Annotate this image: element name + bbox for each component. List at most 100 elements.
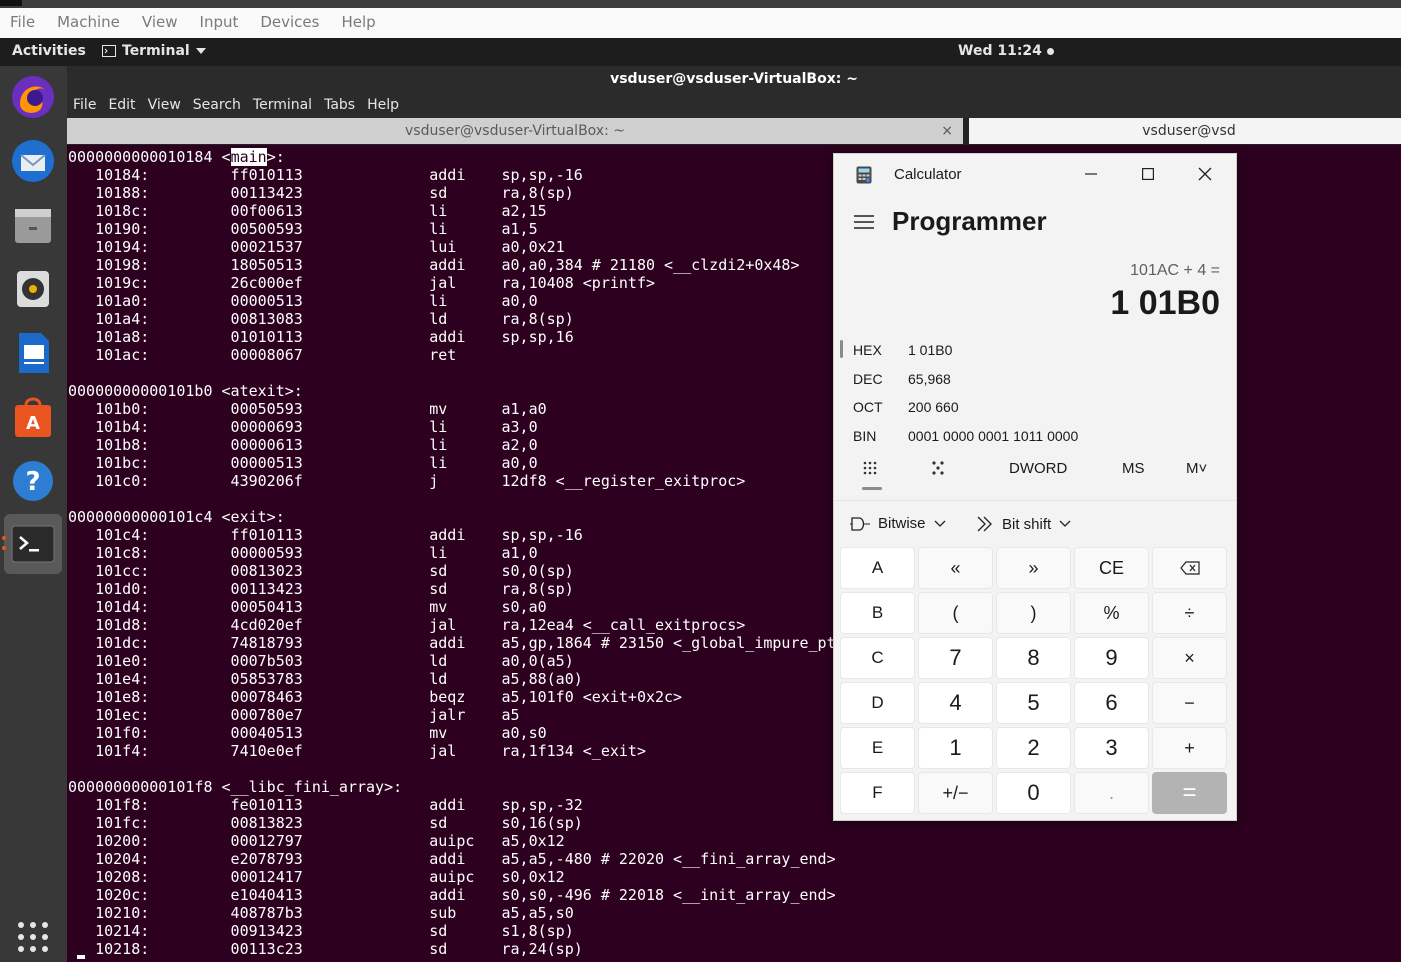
bit-toggle-keypad-button[interactable] xyxy=(930,460,946,482)
digit-4-key[interactable]: 4 xyxy=(918,682,993,724)
virtualbox-menubar: File Machine View Input Devices Help xyxy=(0,0,1401,39)
word-size-button[interactable]: DWORD xyxy=(1009,460,1067,477)
hex-a-key[interactable]: A xyxy=(840,547,915,589)
bitwise-dropdown[interactable]: Bitwise xyxy=(850,515,946,532)
divide-key[interactable]: ÷ xyxy=(1152,592,1227,634)
right-shift-key[interactable]: » xyxy=(996,547,1071,589)
bit-shift-dropdown[interactable]: Bit shift xyxy=(976,515,1071,533)
digit-2-key[interactable]: 2 xyxy=(996,727,1071,769)
digit-3-key[interactable]: 3 xyxy=(1074,727,1149,769)
memory-store-button[interactable]: MS xyxy=(1122,460,1145,477)
terminal-menu-view[interactable]: View xyxy=(148,97,181,113)
activities-button[interactable]: Activities xyxy=(12,43,86,59)
hex-b-key[interactable]: B xyxy=(840,592,915,634)
key-label: +/− xyxy=(942,782,969,803)
show-applications-button[interactable] xyxy=(8,912,58,962)
digit-9-key[interactable]: 9 xyxy=(1074,637,1149,679)
hamburger-menu-icon[interactable] xyxy=(854,214,874,230)
bit-shift-label: Bit shift xyxy=(1002,515,1052,533)
radix-dec-row[interactable]: DEC 65,968 xyxy=(834,365,1236,393)
bit-toggle-icon xyxy=(932,461,944,475)
clock[interactable]: Wed 11:24 xyxy=(958,43,1054,59)
radix-bin-row[interactable]: BIN 0001 0000 0001 1011 0000 xyxy=(834,422,1236,450)
vbox-menu-machine[interactable]: Machine xyxy=(57,13,120,31)
vbox-menu-help[interactable]: Help xyxy=(341,13,375,31)
search-highlight: main xyxy=(230,148,267,166)
equals-key[interactable]: = xyxy=(1152,772,1227,814)
modulo-key[interactable]: % xyxy=(1074,592,1149,634)
hex-e-key[interactable]: E xyxy=(840,727,915,769)
digit-0-key[interactable]: 0 xyxy=(996,772,1071,814)
software-launcher[interactable]: A xyxy=(8,392,58,442)
terminal-menu-edit[interactable]: Edit xyxy=(108,97,135,113)
memory-menu-button[interactable]: M˅ xyxy=(1186,460,1207,477)
close-icon xyxy=(1198,167,1212,181)
close-paren-key[interactable]: ) xyxy=(996,592,1071,634)
terminal-tab-1[interactable]: vsduser@vsduser-VirtualBox: ~ × xyxy=(67,118,963,144)
negate-key[interactable]: +/− xyxy=(918,772,993,814)
help-launcher[interactable]: ? xyxy=(8,456,58,506)
backspace-icon xyxy=(1179,561,1200,575)
digit-5-key[interactable]: 5 xyxy=(996,682,1071,724)
key-label: 8 xyxy=(1027,645,1040,670)
backspace-key[interactable] xyxy=(1152,547,1227,589)
digit-6-key[interactable]: 6 xyxy=(1074,682,1149,724)
thunderbird-launcher[interactable] xyxy=(8,136,58,186)
vbox-menu-input[interactable]: Input xyxy=(200,13,239,31)
hex-d-key[interactable]: D xyxy=(840,682,915,724)
firefox-launcher[interactable] xyxy=(8,72,58,122)
terminal-menu-search[interactable]: Search xyxy=(193,97,241,113)
bit-shift-icon xyxy=(977,516,992,532)
decimal-key[interactable]: . xyxy=(1074,772,1149,814)
terminal-menu-file[interactable]: File xyxy=(73,97,96,113)
digit-1-key[interactable]: 1 xyxy=(918,727,993,769)
left-shift-key[interactable]: « xyxy=(918,547,993,589)
hex-c-key[interactable]: C xyxy=(840,637,915,679)
minimize-button[interactable] xyxy=(1068,158,1114,190)
files-launcher[interactable] xyxy=(8,200,58,250)
key-label: 2 xyxy=(1027,735,1040,760)
calculator-title: Calculator xyxy=(894,166,962,183)
key-label: E xyxy=(871,738,884,757)
terminal-small-icon xyxy=(102,45,116,57)
minimize-icon xyxy=(1085,173,1097,175)
app-menu[interactable]: Terminal xyxy=(102,43,206,59)
libreoffice-writer-launcher[interactable] xyxy=(8,328,58,378)
open-paren-key[interactable]: ( xyxy=(918,592,993,634)
subtract-key[interactable]: − xyxy=(1152,682,1227,724)
thunderbird-icon xyxy=(12,140,54,182)
vbox-menu-view[interactable]: View xyxy=(142,13,178,31)
terminal-menu-terminal[interactable]: Terminal xyxy=(253,97,312,113)
digit-8-key[interactable]: 8 xyxy=(996,637,1071,679)
terminal-menu-help[interactable]: Help xyxy=(367,97,399,113)
full-keypad-button[interactable] xyxy=(862,460,878,482)
close-button[interactable] xyxy=(1182,158,1228,190)
key-label: « xyxy=(950,557,961,578)
terminal-menu-tabs[interactable]: Tabs xyxy=(324,97,355,113)
rhythmbox-launcher[interactable] xyxy=(8,264,58,314)
key-label: ÷ xyxy=(1184,602,1195,623)
radix-oct-row[interactable]: OCT 200 660 xyxy=(834,393,1236,421)
expression-display: 101AC + 4 = xyxy=(1130,262,1220,279)
terminal-line: 10204: e2078793 addi a5,a5,-480 # 22020 … xyxy=(68,850,836,868)
running-indicator xyxy=(2,536,6,540)
radix-label: BIN xyxy=(853,428,877,444)
maximize-button[interactable] xyxy=(1125,158,1171,190)
key-label: 4 xyxy=(949,690,962,715)
key-label: + xyxy=(1184,737,1195,758)
terminal-line-text: >: xyxy=(266,148,285,166)
add-key[interactable]: + xyxy=(1152,727,1227,769)
vbox-menu-devices[interactable]: Devices xyxy=(260,13,319,31)
vbox-menu-file[interactable]: File xyxy=(10,13,35,31)
close-tab-icon[interactable]: × xyxy=(941,118,953,144)
software-center-icon: A xyxy=(15,397,51,437)
maximize-icon xyxy=(1142,168,1154,180)
terminal-tab-2[interactable]: vsduser@vsd xyxy=(969,118,1401,144)
hex-f-key[interactable]: F xyxy=(840,772,915,814)
radix-hex-row[interactable]: HEX 1 01B0 xyxy=(834,336,1236,364)
digit-7-key[interactable]: 7 xyxy=(918,637,993,679)
clear-entry-key[interactable]: CE xyxy=(1074,547,1149,589)
terminal-launcher[interactable] xyxy=(4,514,62,574)
multiply-key[interactable]: × xyxy=(1152,637,1227,679)
tab-label: vsduser@vsd xyxy=(1142,123,1236,139)
